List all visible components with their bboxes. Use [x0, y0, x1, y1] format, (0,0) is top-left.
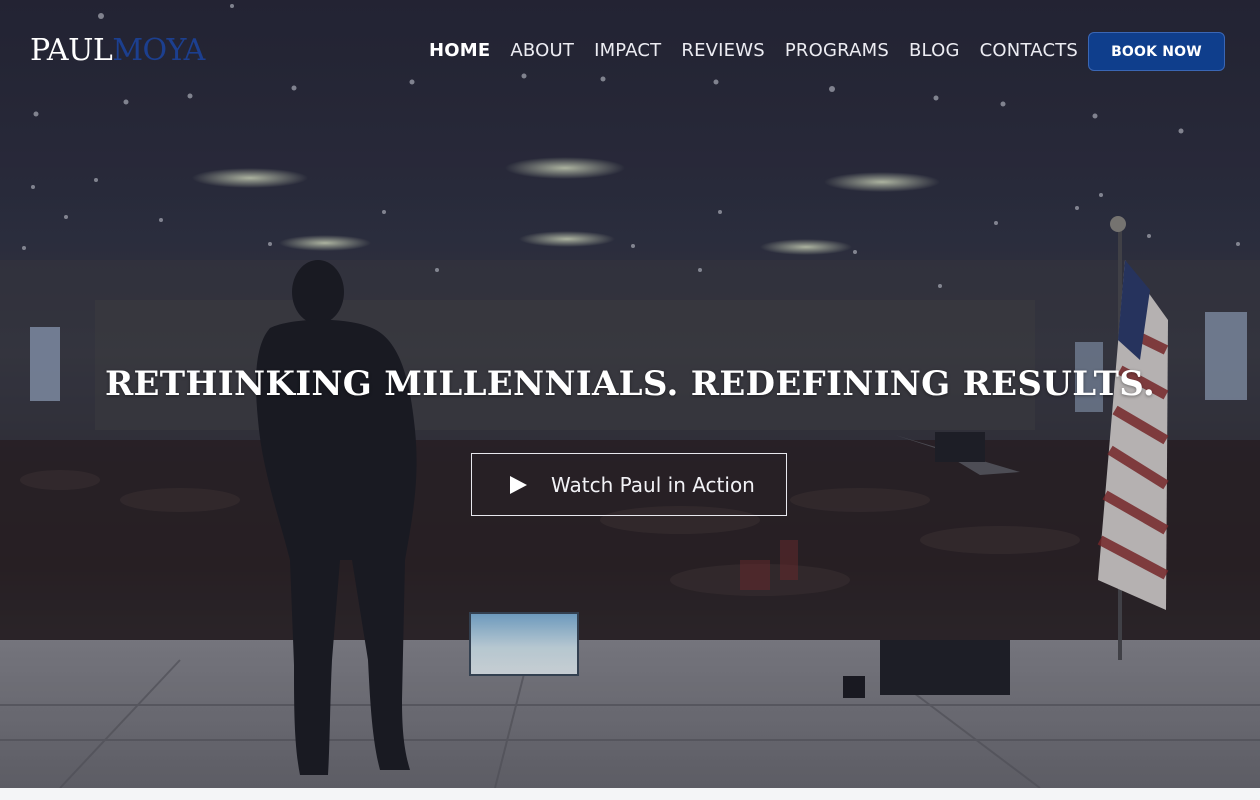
- nav-item-programs[interactable]: PROGRAMS: [785, 38, 889, 64]
- top-navigation: PAULMOYA HOME ABOUT IMPACT REVIEWS PROGR…: [0, 0, 1260, 100]
- nav-item-blog[interactable]: BLOG: [909, 38, 960, 64]
- play-icon: [510, 476, 527, 494]
- book-now-button[interactable]: BOOK NOW: [1088, 32, 1225, 71]
- nav-item-contacts[interactable]: CONTACTS: [980, 38, 1078, 64]
- site-logo[interactable]: PAULMOYA: [30, 32, 205, 70]
- nav-item-reviews[interactable]: REVIEWS: [681, 38, 765, 64]
- logo-first-name: PAUL: [30, 33, 113, 68]
- hero-headline: RETHINKING MILLENNIALS. REDEFINING RESUL…: [104, 364, 1156, 404]
- main-menu: HOME ABOUT IMPACT REVIEWS PROGRAMS BLOG …: [429, 38, 1098, 64]
- next-section-edge: [0, 788, 1260, 800]
- logo-last-name: MOYA: [112, 33, 205, 68]
- watch-video-button[interactable]: Watch Paul in Action: [471, 453, 787, 516]
- hero-section: PAULMOYA HOME ABOUT IMPACT REVIEWS PROGR…: [0, 0, 1260, 788]
- nav-item-home[interactable]: HOME: [429, 38, 490, 64]
- nav-item-impact[interactable]: IMPACT: [594, 38, 661, 64]
- nav-item-about[interactable]: ABOUT: [510, 38, 574, 64]
- watch-video-label: Watch Paul in Action: [551, 473, 755, 497]
